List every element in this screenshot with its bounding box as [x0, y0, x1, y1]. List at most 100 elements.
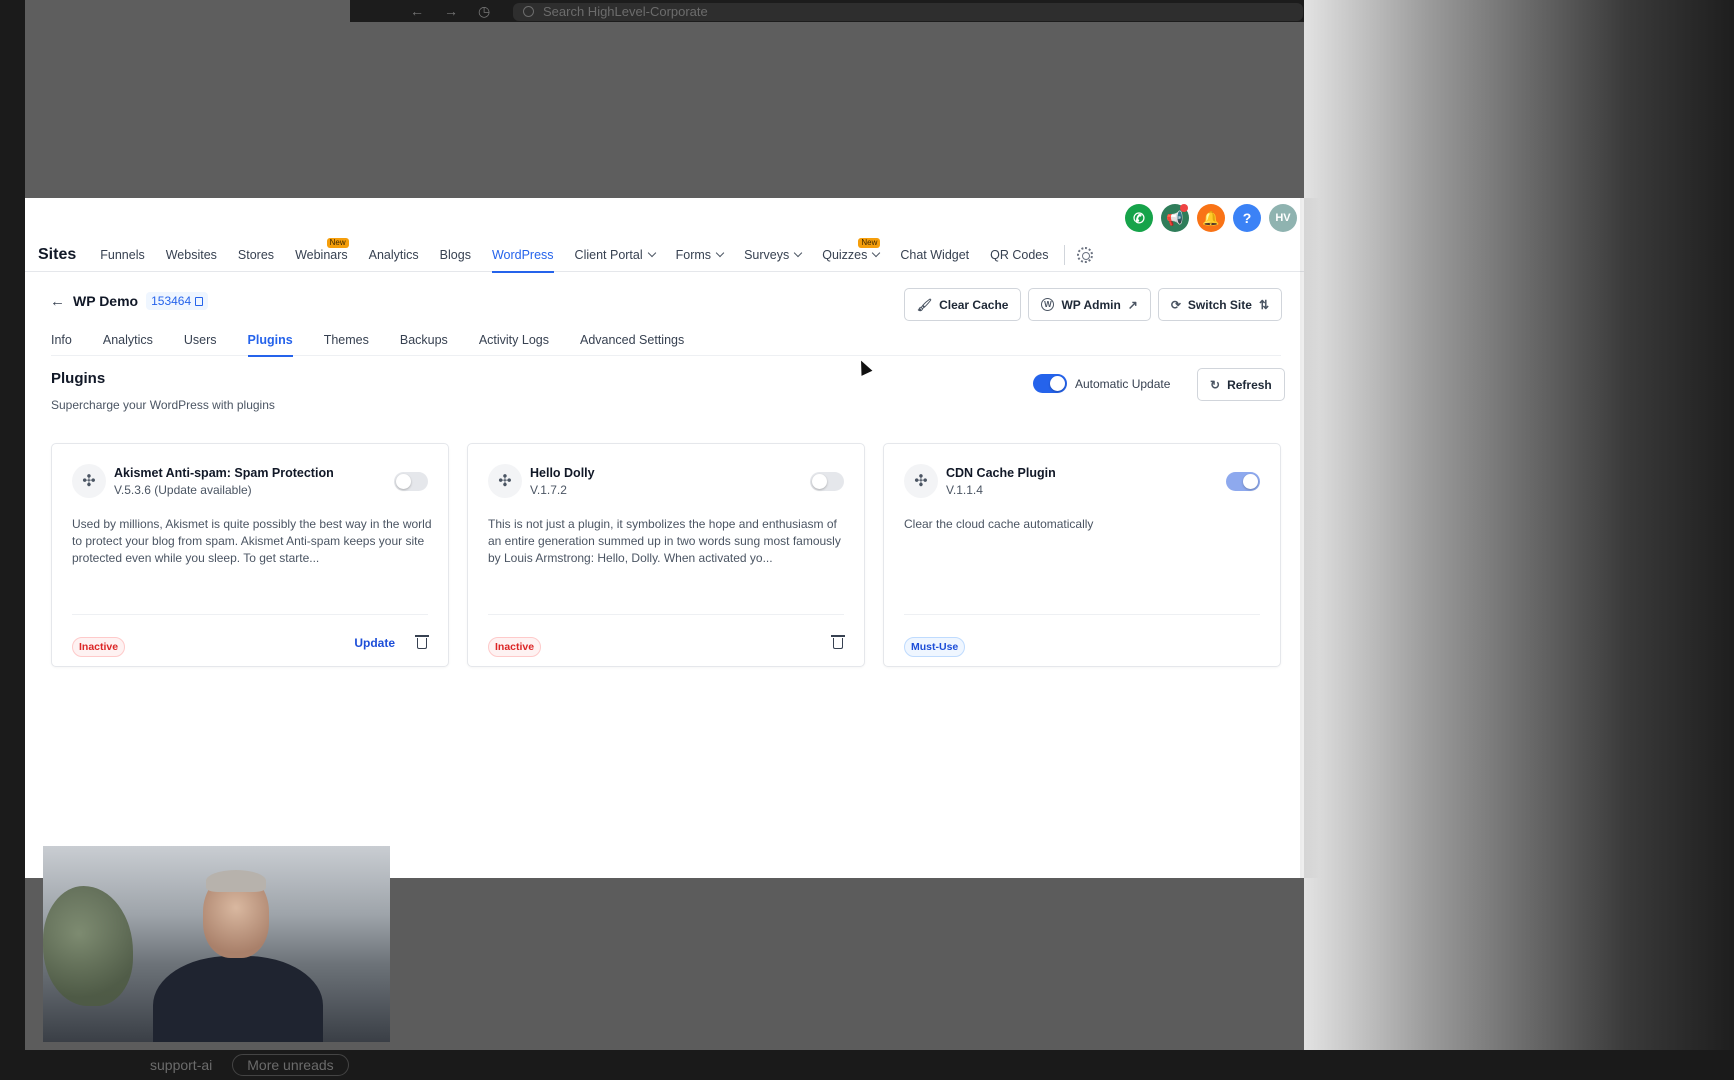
nav-chat-widget[interactable]: Chat Widget	[900, 238, 969, 272]
nav-blogs[interactable]: Blogs	[440, 238, 471, 272]
history-icon[interactable]: ◷	[478, 3, 490, 20]
site-id: 153464	[151, 294, 192, 308]
automatic-update: Automatic Update	[1033, 374, 1170, 393]
plugin-description: Used by millions, Akismet is quite possi…	[72, 517, 432, 565]
plugins-title: Plugins	[51, 370, 106, 387]
browser-toolbar: ← → ◷ Search HighLevel-Corporate	[25, 0, 1304, 22]
clear-cache-button[interactable]: 🖌 Clear Cache	[903, 288, 1022, 321]
site-actions: 🖌 Clear Cache W WP Admin ↗ ⟳ Switch Site ⇅	[903, 288, 1282, 321]
new-badge: New	[858, 237, 881, 248]
puzzle-icon: ✣	[488, 464, 522, 498]
puzzle-icon: ✣	[72, 464, 106, 498]
dimmed-overlay-top	[25, 22, 1304, 198]
tab-plugins[interactable]: Plugins	[247, 324, 293, 357]
automatic-update-label: Automatic Update	[1075, 376, 1171, 391]
tab-analytics[interactable]: Analytics	[103, 324, 153, 356]
puzzle-icon: ✣	[904, 464, 938, 498]
status-badge: Inactive	[72, 637, 126, 657]
external-link-icon: ↗	[1127, 297, 1138, 312]
browser-nav: ← → ◷	[410, 3, 490, 20]
search-icon	[523, 6, 534, 17]
top-nav: Sites Funnels Websites Stores Webinars Ne…	[25, 237, 1304, 273]
more-unreads-pill: More unreads	[232, 1054, 349, 1076]
refresh-icon: ↻	[1210, 377, 1221, 392]
back-arrow-icon[interactable]: ←	[50, 293, 65, 310]
tab-themes[interactable]: Themes	[324, 324, 369, 356]
wordpress-icon: W	[1041, 298, 1055, 311]
megaphone-icon[interactable]: 📢	[1161, 204, 1189, 232]
trash-icon[interactable]	[831, 635, 845, 649]
plugin-version: V.1.1.4	[946, 483, 983, 497]
webcam-person-hair	[206, 870, 266, 892]
plugin-description: This is not just a plugin, it symbolizes…	[488, 517, 841, 565]
plugins-subtitle: Supercharge your WordPress with plugins	[51, 398, 275, 412]
site-id-badge[interactable]: 153464	[146, 292, 209, 310]
switch-site-button[interactable]: ⟳ Switch Site ⇅	[1157, 288, 1282, 321]
nav-brand: Sites	[38, 245, 77, 263]
sort-arrows-icon: ⇅	[1258, 297, 1269, 312]
nav-client-portal[interactable]: Client Portal	[575, 238, 656, 272]
tab-advanced-settings[interactable]: Advanced Settings	[580, 324, 684, 356]
plugin-card-hello-dolly: ✣ Hello Dolly V.1.7.2 This is not just a…	[467, 443, 865, 667]
plugin-card-cdn-cache: ✣ CDN Cache Plugin V.1.1.4 Clear the clo…	[883, 443, 1281, 667]
nav-analytics[interactable]: Analytics	[369, 238, 419, 272]
header-icons: ✆ 📢 🔔 ? HV	[1125, 204, 1297, 232]
back-arrow-icon[interactable]: ←	[410, 3, 424, 20]
nav-qr-codes[interactable]: QR Codes	[990, 238, 1048, 272]
refresh-button[interactable]: ↻ Refresh	[1197, 368, 1285, 401]
chevron-down-icon	[793, 248, 803, 258]
nav-quizzes[interactable]: Quizzes New	[822, 237, 881, 272]
tab-info[interactable]: Info	[51, 324, 72, 356]
copy-icon[interactable]	[195, 296, 204, 306]
wp-admin-button[interactable]: W WP Admin ↗	[1028, 288, 1151, 321]
webcam-person-body	[153, 956, 323, 1042]
desktop-left-edge	[0, 0, 25, 1080]
browser-search-bar[interactable]: Search HighLevel-Corporate	[513, 3, 1303, 21]
trash-icon[interactable]	[415, 635, 429, 649]
plugin-name: CDN Cache Plugin	[946, 466, 1056, 480]
sync-icon: ⟳	[1170, 297, 1181, 312]
brush-icon: 🖌	[916, 297, 933, 312]
browser-tab-area	[25, 0, 350, 22]
plugin-enable-toggle[interactable]	[1226, 472, 1260, 491]
bell-icon[interactable]: 🔔	[1197, 204, 1225, 232]
plugin-card-akismet: ✣ Akismet Anti-spam: Spam Protection V.5…	[51, 443, 449, 667]
card-divider	[72, 614, 428, 615]
plugin-name: Hello Dolly	[530, 466, 595, 480]
sites-app: ✆ 📢 🔔 ? HV Sites Funnels Websites Stores…	[25, 198, 1304, 878]
webcam-tree	[43, 886, 133, 1006]
tab-users[interactable]: Users	[184, 324, 217, 356]
chevron-down-icon	[715, 248, 725, 258]
help-icon[interactable]: ?	[1233, 204, 1261, 232]
tab-activity-logs[interactable]: Activity Logs	[479, 324, 549, 356]
plugin-description: Clear the cloud cache automatically	[904, 517, 1094, 531]
nav-websites[interactable]: Websites	[166, 238, 217, 272]
desktop-background	[1300, 0, 1734, 1080]
update-button[interactable]: Update	[354, 636, 395, 650]
site-subtabs: Info Analytics Users Plugins Themes Back…	[51, 324, 1281, 357]
ghost-chat-bar: support-ai More unreads	[150, 1050, 349, 1080]
plugin-name: Akismet Anti-spam: Spam Protection	[114, 466, 334, 480]
nav-wordpress[interactable]: WordPress	[491, 238, 554, 273]
site-header: ← WP Demo 153464	[50, 292, 209, 310]
card-divider	[488, 614, 844, 615]
new-badge: New	[326, 237, 349, 248]
plugin-enable-toggle[interactable]	[394, 472, 428, 491]
nav-funnels[interactable]: Funnels	[100, 238, 144, 272]
automatic-update-toggle[interactable]	[1033, 374, 1067, 393]
nav-forms[interactable]: Forms	[676, 238, 725, 272]
nav-surveys[interactable]: Surveys	[744, 238, 803, 272]
phone-icon[interactable]: ✆	[1125, 204, 1153, 232]
avatar[interactable]: HV	[1269, 204, 1297, 232]
forward-arrow-icon[interactable]: →	[444, 3, 458, 20]
status-badge: Must-Use	[904, 637, 966, 657]
nav-stores[interactable]: Stores	[238, 238, 274, 272]
plugin-enable-toggle[interactable]	[810, 472, 844, 491]
nav-divider	[1063, 244, 1065, 265]
search-placeholder: Search HighLevel-Corporate	[543, 4, 708, 19]
webcam-overlay	[43, 846, 390, 1042]
chevron-down-icon	[872, 248, 881, 258]
gear-icon[interactable]	[1076, 246, 1093, 263]
nav-webinars[interactable]: Webinars New	[295, 237, 349, 272]
tab-backups[interactable]: Backups	[400, 324, 448, 356]
